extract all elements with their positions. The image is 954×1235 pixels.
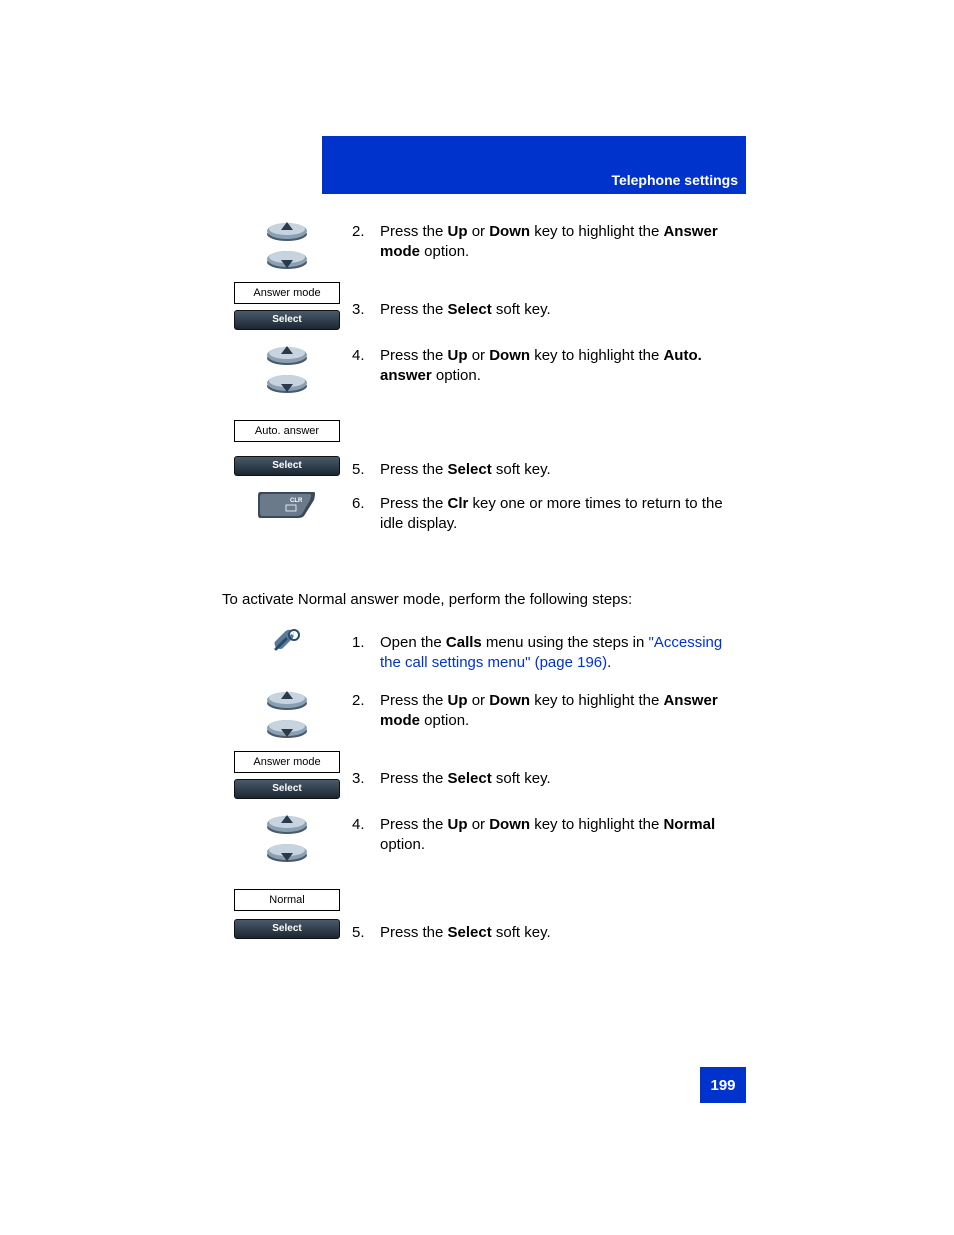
step-number: 3. xyxy=(352,300,380,330)
step-number: 6. xyxy=(352,494,380,535)
stepA4-text: 4. Press the Up or Down key to highlight… xyxy=(352,342,746,442)
select-button[interactable]: Select xyxy=(234,919,340,939)
stepA2-text: 2. Press the Up or Down key to highlight… xyxy=(352,218,746,272)
auto-answer-label: Auto. answer xyxy=(234,420,340,442)
stepA5-icons: Select xyxy=(222,456,352,480)
step-number: 1. xyxy=(352,633,380,674)
normal-mode-intro: To activate Normal answer mode, perform … xyxy=(222,590,746,610)
answer-mode-label: Answer mode xyxy=(234,751,340,773)
stepA5-row: Select 5. Press the Select soft key. xyxy=(222,456,746,480)
step-body: Open the Calls menu using the steps in "… xyxy=(380,633,746,674)
nav-down-icon xyxy=(265,841,309,865)
step-body: Press the Up or Down key to highlight th… xyxy=(380,691,746,741)
svg-text:CLR: CLR xyxy=(290,498,303,504)
answer-mode-label: Answer mode xyxy=(234,282,340,304)
nav-down-icon xyxy=(265,248,309,272)
nav-up-icon xyxy=(265,687,309,711)
stepB5-icons: Select xyxy=(222,919,352,943)
stepB1-text: 1. Open the Calls menu using the steps i… xyxy=(352,629,746,674)
stepA3-row: Answer mode Select 3. Press the Select s… xyxy=(222,282,746,330)
stepB1-row: 1. Open the Calls menu using the steps i… xyxy=(222,629,746,674)
select-button[interactable]: Select xyxy=(234,456,340,476)
step-number: 2. xyxy=(352,691,380,741)
header-bar: Telephone settings xyxy=(322,136,746,194)
stepB2-row: 2. Press the Up or Down key to highlight… xyxy=(222,687,746,741)
stepB4-icons: Normal xyxy=(222,811,352,911)
step-number: 2. xyxy=(352,222,380,272)
header-title: Telephone settings xyxy=(611,172,738,188)
step-body: Press the Select soft key. xyxy=(380,460,746,480)
stepB1-icons xyxy=(222,629,352,674)
step-body: Press the Up or Down key to highlight th… xyxy=(380,222,746,272)
page-number-text: 199 xyxy=(710,1077,735,1094)
wrench-icon xyxy=(272,629,302,653)
stepB4-text: 4. Press the Up or Down key to highlight… xyxy=(352,811,746,911)
nav-up-icon xyxy=(265,342,309,366)
nav-down-icon xyxy=(265,372,309,396)
stepB4-row: Normal 4. Press the Up or Down key to hi… xyxy=(222,811,746,911)
step-body: Press the Up or Down key to highlight th… xyxy=(380,346,746,442)
step-body: Press the Up or Down key to highlight th… xyxy=(380,815,746,911)
stepA6-text: 6. Press the Clr key one or more times t… xyxy=(352,490,746,535)
step-number: 5. xyxy=(352,923,380,943)
stepA4-row: Auto. answer 4. Press the Up or Down key… xyxy=(222,342,746,442)
stepB3-icons: Answer mode Select xyxy=(222,751,352,799)
nav-down-icon xyxy=(265,717,309,741)
stepA3-icons: Answer mode Select xyxy=(222,282,352,330)
stepB3-row: Answer mode Select 3. Press the Select s… xyxy=(222,751,746,799)
stepB3-text: 3. Press the Select soft key. xyxy=(352,751,746,799)
step-body: Press the Clr key one or more times to r… xyxy=(380,494,746,535)
stepA5-text: 5. Press the Select soft key. xyxy=(352,456,746,480)
page-number: 199 xyxy=(700,1067,746,1103)
clr-key-icon: CLR xyxy=(258,490,316,518)
normal-label: Normal xyxy=(234,889,340,911)
stepB5-text: 5. Press the Select soft key. xyxy=(352,919,746,943)
step-number: 5. xyxy=(352,460,380,480)
stepB2-text: 2. Press the Up or Down key to highlight… xyxy=(352,687,746,741)
step-body: Press the Select soft key. xyxy=(380,769,746,799)
stepA6-row: CLR 6. Press the Clr key one or more tim… xyxy=(222,490,746,535)
nav-up-icon xyxy=(265,811,309,835)
step-body: Press the Select soft key. xyxy=(380,923,746,943)
step-number: 3. xyxy=(352,769,380,799)
step-number: 4. xyxy=(352,815,380,911)
step-body: Press the Select soft key. xyxy=(380,300,746,330)
stepA3-text: 3. Press the Select soft key. xyxy=(352,282,746,330)
stepA2-icons xyxy=(222,218,352,272)
select-button[interactable]: Select xyxy=(234,779,340,799)
step-number: 4. xyxy=(352,346,380,442)
stepA4-icons: Auto. answer xyxy=(222,342,352,442)
page-content: 2. Press the Up or Down key to highlight… xyxy=(222,218,746,949)
stepB5-row: Select 5. Press the Select soft key. xyxy=(222,919,746,943)
stepB2-icons xyxy=(222,687,352,741)
select-button[interactable]: Select xyxy=(234,310,340,330)
nav-up-icon xyxy=(265,218,309,242)
stepA2-row: 2. Press the Up or Down key to highlight… xyxy=(222,218,746,272)
stepA6-icons: CLR xyxy=(222,490,352,535)
